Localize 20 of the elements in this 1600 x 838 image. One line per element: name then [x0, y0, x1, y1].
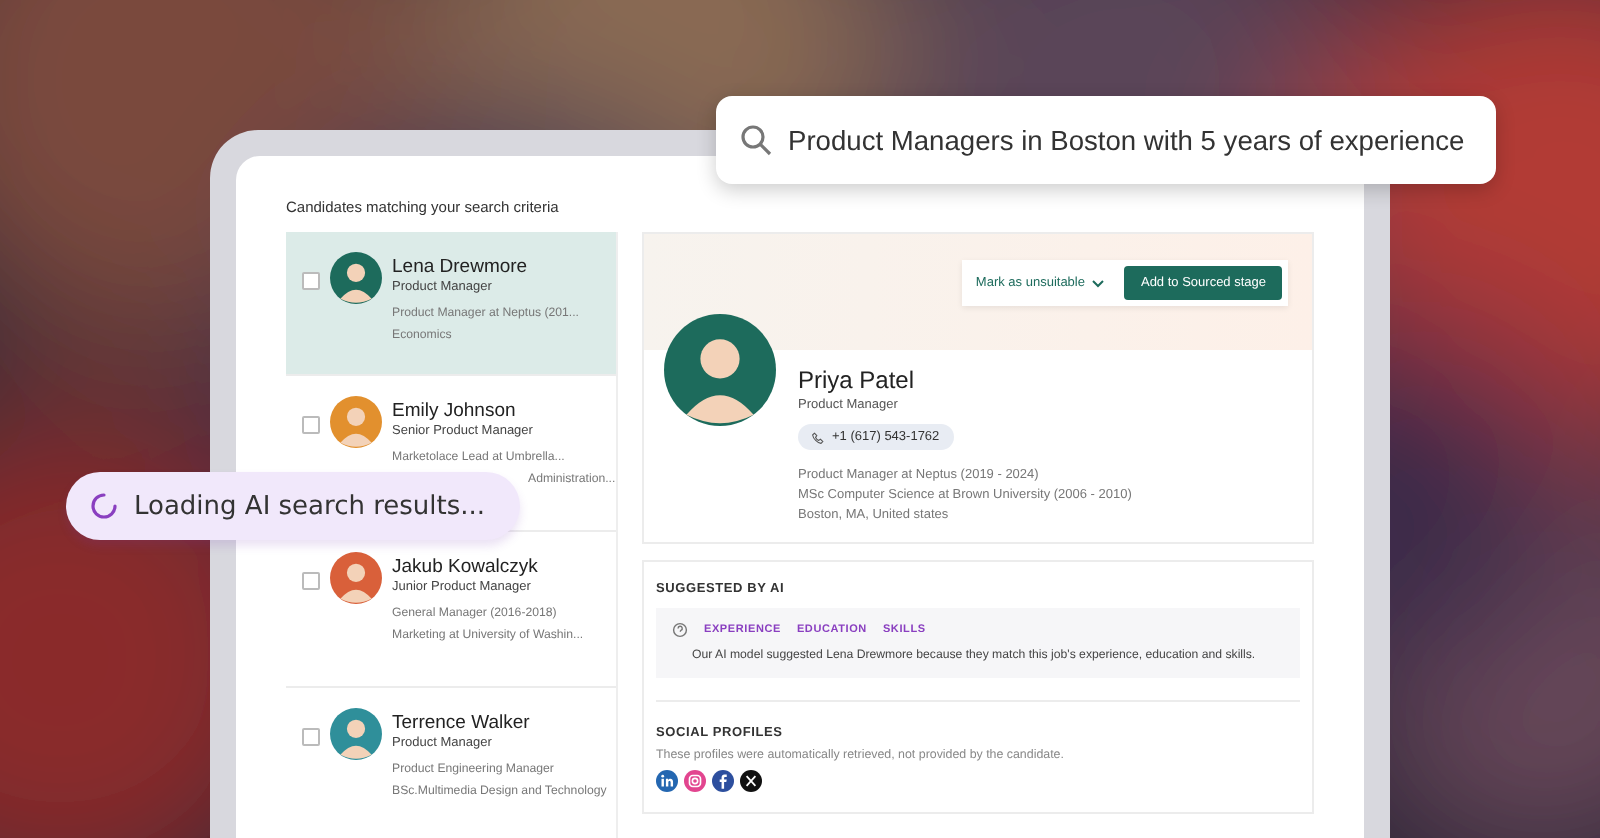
- x-logo-icon[interactable]: [740, 770, 762, 792]
- avatar-icon: [664, 314, 776, 426]
- linkedin-icon[interactable]: [656, 770, 678, 792]
- checkbox[interactable]: [302, 272, 320, 290]
- checkbox[interactable]: [302, 728, 320, 746]
- candidate-name: Emily Johnson: [392, 400, 518, 422]
- checkbox[interactable]: [302, 416, 320, 434]
- checkbox[interactable]: [302, 572, 320, 590]
- candidate-name: Lena Drewmore: [392, 256, 530, 278]
- candidate-name: Jakub Kowalczyk: [392, 556, 540, 578]
- search-field[interactable]: Product Managers in Boston with 5 years of experience: [716, 96, 1496, 184]
- search-icon: [740, 124, 772, 156]
- instagram-icon[interactable]: [684, 770, 706, 792]
- candidate-name: Terrence Walker: [392, 712, 532, 734]
- help-icon: [672, 622, 688, 638]
- caret-icon: [1092, 279, 1105, 287]
- phone-icon: [812, 431, 824, 443]
- spinner-icon: [90, 492, 118, 520]
- profile-name: Priya Patel: [798, 366, 917, 394]
- facebook-icon[interactable]: [712, 770, 734, 792]
